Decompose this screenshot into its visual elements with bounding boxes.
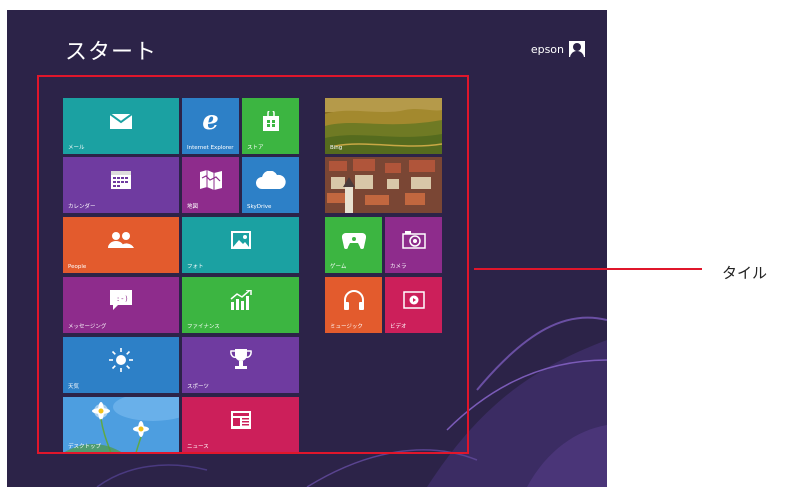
tiles-highlight-frame [37,75,469,454]
start-title: スタート [65,40,158,65]
callout-label: タイル [722,264,768,282]
user-account[interactable]: epson [531,41,585,57]
avatar [569,41,585,57]
user-name: epson [530,42,564,56]
callout-line [474,268,702,270]
